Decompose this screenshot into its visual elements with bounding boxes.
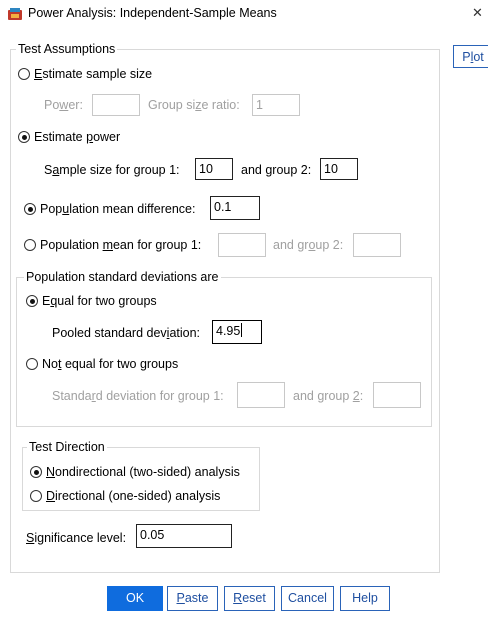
- reset-button[interactable]: Reset: [224, 586, 275, 611]
- test-assumptions-legend: Test Assumptions: [16, 42, 118, 56]
- paste-button[interactable]: Paste: [167, 586, 218, 611]
- equal-std-dev-label: Equal for two groups: [42, 294, 157, 308]
- directional-radio[interactable]: [30, 490, 42, 502]
- estimate-sample-size-label: Estimate sample size: [34, 67, 153, 81]
- app-icon: [8, 8, 22, 20]
- estimate-sample-size-radio[interactable]: [18, 68, 30, 80]
- window-title: Power Analysis: Independent-Sample Means: [28, 6, 277, 20]
- population-mean-group1-input[interactable]: [218, 233, 266, 257]
- sample-size-group2-input[interactable]: 10: [320, 158, 358, 180]
- sd-group1-input[interactable]: [237, 382, 285, 408]
- significance-level-label: Significance level:: [26, 531, 127, 545]
- group-size-ratio-label: Group size ratio:: [148, 98, 240, 112]
- text-caret: [241, 323, 243, 337]
- significance-level-input[interactable]: 0.05: [136, 524, 232, 548]
- test-direction-legend: Test Direction: [27, 440, 107, 454]
- population-mean-group2-input[interactable]: [353, 233, 401, 257]
- ok-button[interactable]: OK: [107, 586, 163, 611]
- close-icon[interactable]: ✕: [472, 5, 483, 21]
- title-bar: Power Analysis: Independent-Sample Means…: [0, 0, 488, 28]
- population-mean-difference-radio[interactable]: [24, 203, 36, 215]
- sd-group2-label: and group 2:: [293, 389, 364, 403]
- estimate-power-radio[interactable]: [18, 131, 30, 143]
- plot-button[interactable]: Plot: [453, 45, 488, 68]
- pooled-std-dev-input[interactable]: 4.95: [212, 320, 262, 344]
- power-label: Power:: [44, 98, 83, 112]
- sample-size-group1-input[interactable]: 10: [195, 158, 233, 180]
- pooled-std-dev-label: Pooled standard deviation:: [52, 326, 201, 340]
- nondirectional-radio[interactable]: [30, 466, 42, 478]
- population-mean-group1-radio[interactable]: [24, 239, 36, 251]
- equal-std-dev-radio[interactable]: [26, 295, 38, 307]
- population-mean-difference-input[interactable]: 0.1: [210, 196, 260, 220]
- cancel-button[interactable]: Cancel: [281, 586, 334, 611]
- std-dev-legend: Population standard deviations are: [24, 270, 221, 284]
- population-mean-difference-label: Population mean difference:: [40, 202, 196, 216]
- estimate-power-label: Estimate power: [34, 130, 121, 144]
- sample-size-group1-label: Sample size for group 1:: [44, 163, 180, 177]
- not-equal-std-dev-radio[interactable]: [26, 358, 38, 370]
- nondirectional-label: Nondirectional (two-sided) analysis: [46, 465, 240, 479]
- population-mean-group2-label: and group 2:: [273, 238, 344, 252]
- sample-size-group2-label: and group 2:: [241, 163, 312, 177]
- group-size-ratio-input[interactable]: 1: [252, 94, 300, 116]
- power-input[interactable]: [92, 94, 140, 116]
- population-mean-group1-label: Population mean for group 1:: [40, 238, 202, 252]
- sd-group2-input[interactable]: [373, 382, 421, 408]
- sd-group1-label: Standard deviation for group 1:: [52, 389, 224, 403]
- directional-label: Directional (one-sided) analysis: [46, 489, 221, 503]
- not-equal-std-dev-label: Not equal for two groups: [42, 357, 179, 371]
- help-button[interactable]: Help: [340, 586, 390, 611]
